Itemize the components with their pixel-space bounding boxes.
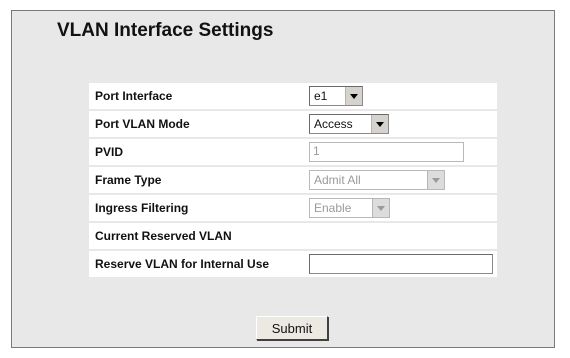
port-interface-label: Port Interface <box>89 81 309 109</box>
pvid-label: PVID <box>89 137 309 165</box>
ingress-filtering-select[interactable]: Enable <box>309 198 390 218</box>
port-interface-select[interactable]: e1 <box>309 86 363 106</box>
ingress-filtering-value: Enable <box>314 201 352 215</box>
current-reserved-vlan-value <box>309 221 497 249</box>
frame-type-label: Frame Type <box>89 165 309 193</box>
row-port-vlan-mode: Port VLAN Mode Access <box>89 109 497 137</box>
port-vlan-mode-value: Access <box>314 117 353 131</box>
chevron-down-icon[interactable] <box>345 87 362 105</box>
settings-table: Port Interface e1 Port VLAN Mode Access … <box>89 81 497 277</box>
reserve-vlan-internal-input[interactable] <box>309 254 493 274</box>
row-pvid: PVID 1 <box>89 137 497 165</box>
submit-button[interactable]: Submit <box>256 316 328 340</box>
chevron-down-icon[interactable] <box>371 115 388 133</box>
port-vlan-mode-label: Port VLAN Mode <box>89 109 309 137</box>
row-ingress-filtering: Ingress Filtering Enable <box>89 193 497 221</box>
chevron-down-icon[interactable] <box>427 171 444 189</box>
row-port-interface: Port Interface e1 <box>89 81 497 109</box>
chevron-down-icon[interactable] <box>372 199 389 217</box>
pvid-input[interactable]: 1 <box>309 142 464 162</box>
frame-type-value: Admit All <box>314 173 361 187</box>
page-title: VLAN Interface Settings <box>57 20 274 41</box>
port-vlan-mode-select[interactable]: Access <box>309 114 389 134</box>
port-interface-value: e1 <box>314 89 328 103</box>
reserve-vlan-internal-label: Reserve VLAN for Internal Use <box>89 249 309 277</box>
current-reserved-vlan-label: Current Reserved VLAN <box>89 221 309 249</box>
row-reserve-vlan-internal: Reserve VLAN for Internal Use <box>89 249 497 277</box>
row-frame-type: Frame Type Admit All <box>89 165 497 193</box>
frame-type-select[interactable]: Admit All <box>309 170 445 190</box>
row-current-reserved-vlan: Current Reserved VLAN <box>89 221 497 249</box>
ingress-filtering-label: Ingress Filtering <box>89 193 309 221</box>
